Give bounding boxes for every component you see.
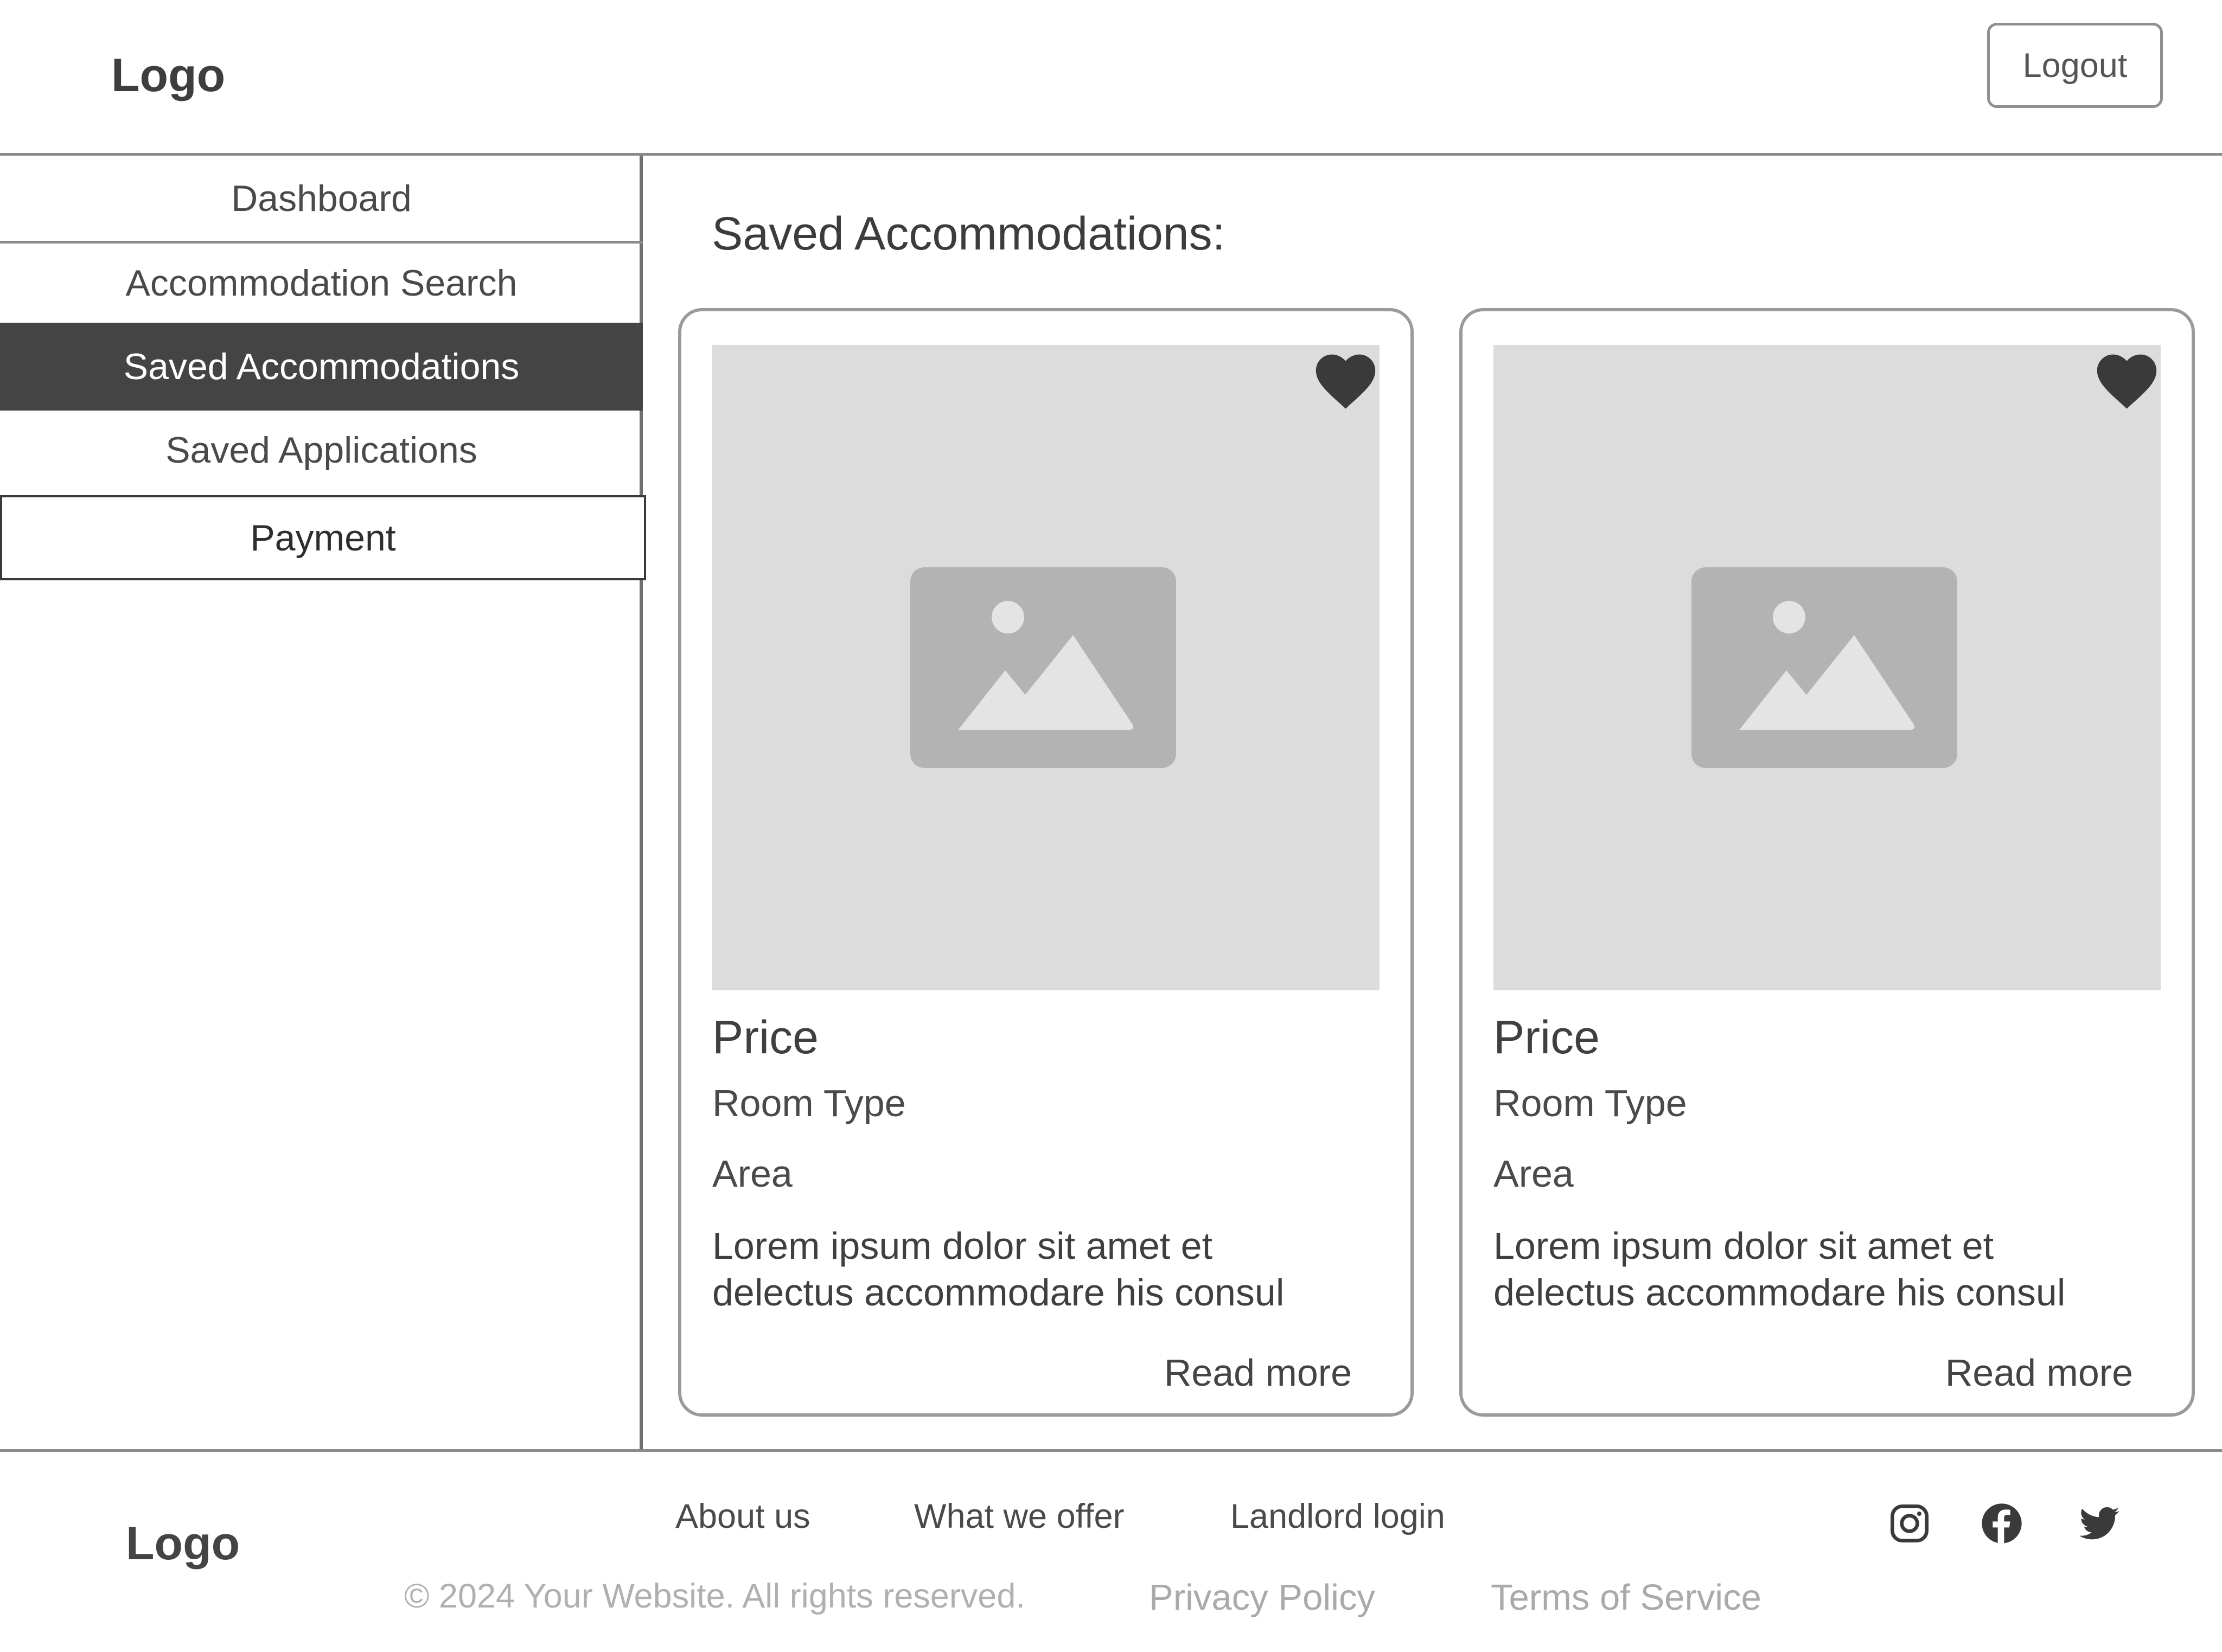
footer-link-landlord-login[interactable]: Landlord login (1230, 1497, 1445, 1536)
footer: Logo About us What we offer Landlord log… (0, 1449, 2222, 1652)
terms-of-service-link[interactable]: Terms of Service (1491, 1577, 1761, 1618)
card-description: Lorem ipsum dolor sit amet et delectus a… (1493, 1225, 2066, 1314)
read-more-link[interactable]: Read more (1164, 1351, 1352, 1394)
card-price: Price (712, 1011, 819, 1064)
sidebar-item-saved-applications[interactable]: Saved Applications (0, 411, 643, 490)
page-title: Saved Accommodations: (712, 208, 1225, 260)
card-area: Area (712, 1152, 793, 1195)
logout-button[interactable]: Logout (1987, 23, 2163, 108)
copyright-text: © 2024 Your Website. All rights reserved… (404, 1577, 1025, 1615)
heart-icon[interactable] (1312, 349, 1380, 412)
accommodation-card[interactable]: Price Room Type Area Lorem ipsum dolor s… (1459, 308, 2195, 1417)
accommodation-card[interactable]: Price Room Type Area Lorem ipsum dolor s… (678, 308, 1414, 1417)
accommodation-image[interactable] (712, 345, 1380, 990)
header-logo[interactable]: Logo (111, 49, 225, 103)
card-area: Area (1493, 1152, 1574, 1195)
image-placeholder-icon (1691, 567, 1957, 768)
footer-link-what-we-offer[interactable]: What we offer (914, 1497, 1125, 1536)
card-room-type: Room Type (712, 1082, 906, 1124)
header: Logo Logout (0, 0, 2222, 156)
sidebar-item-dashboard[interactable]: Dashboard (0, 156, 643, 244)
card-price: Price (1493, 1011, 1600, 1064)
footer-link-about-us[interactable]: About us (675, 1497, 810, 1536)
sidebar: Dashboard Accommodation Search Saved Acc… (0, 156, 646, 1450)
facebook-icon[interactable] (1980, 1502, 2023, 1545)
read-more-link[interactable]: Read more (1945, 1351, 2133, 1394)
twitter-icon[interactable] (2078, 1502, 2121, 1545)
sidebar-item-saved-accommodations[interactable]: Saved Accommodations (0, 323, 643, 411)
page: Logo Logout Dashboard Accommodation Sear… (0, 0, 2222, 1652)
heart-icon[interactable] (2093, 349, 2161, 412)
accommodation-image[interactable] (1493, 345, 2161, 990)
card-description: Lorem ipsum dolor sit amet et delectus a… (712, 1225, 1285, 1314)
instagram-icon[interactable] (1888, 1502, 1931, 1545)
image-placeholder-icon (910, 567, 1176, 768)
card-room-type: Room Type (1493, 1082, 1687, 1124)
privacy-policy-link[interactable]: Privacy Policy (1149, 1577, 1375, 1618)
sidebar-item-accommodation-search[interactable]: Accommodation Search (0, 244, 643, 323)
footer-logo[interactable]: Logo (126, 1517, 240, 1571)
sidebar-item-payment[interactable]: Payment (0, 495, 646, 580)
